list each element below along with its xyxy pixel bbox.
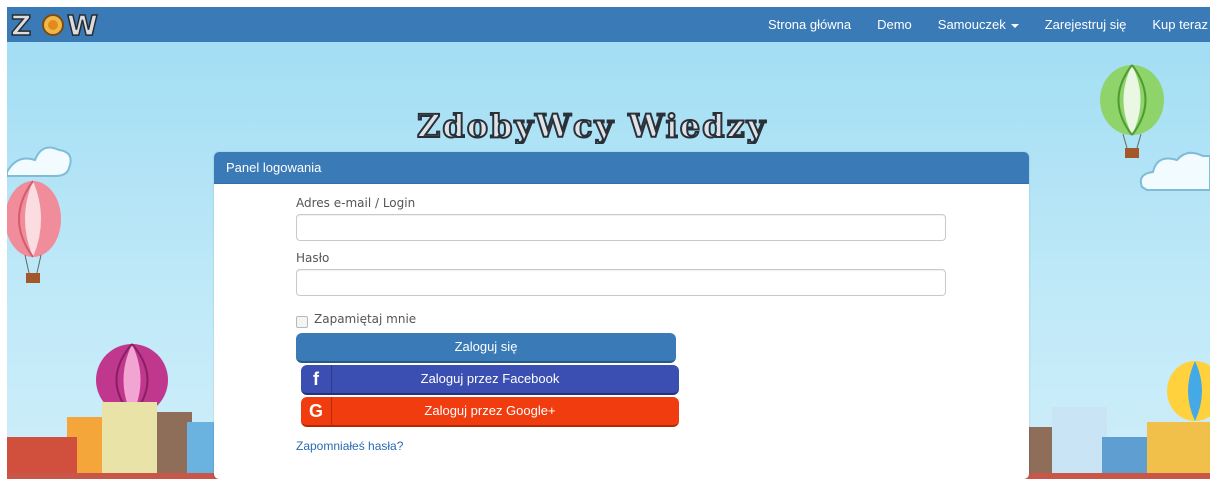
nav-demo-link[interactable]: Demo (877, 17, 912, 32)
facebook-login-label: Zaloguj przez Facebook (420, 371, 560, 386)
svg-text:Z: Z (11, 9, 32, 40)
facebook-icon: f (301, 365, 332, 393)
nav-home-link[interactable]: Strona główna (768, 17, 851, 32)
cloud-icon (7, 146, 72, 177)
login-panel: Panel logowania Adres e-mail / Login Has… (214, 152, 1029, 479)
login-button[interactable]: Zaloguj się (296, 333, 676, 363)
forgot-password-link[interactable]: Zapomniałeś hasła? (296, 439, 403, 453)
facebook-login-button[interactable]: f Zaloguj przez Facebook (301, 365, 679, 395)
email-field[interactable] (296, 214, 946, 241)
logo-text: ZdobyWcy Wiedzy (417, 107, 767, 144)
balloon-icon (7, 180, 61, 283)
brand-logo[interactable]: Z W (9, 9, 109, 40)
balloon-icon (1100, 64, 1164, 158)
remember-label[interactable]: Zapamiętaj mnie (314, 312, 416, 326)
google-login-button[interactable]: G Zaloguj przez Google+ (301, 397, 679, 427)
nav-tutorial-label: Samouczek (937, 17, 1006, 32)
zdobywcy-wiedzy-logo: ZdobyWcy Wiedzy (417, 106, 767, 144)
svg-text:W: W (67, 9, 98, 40)
google-login-label: Zaloguj przez Google+ (424, 403, 556, 418)
password-field[interactable] (296, 269, 946, 296)
page-background: Z W Strona główna Demo Samouczek Zarejes… (7, 7, 1210, 479)
google-icon: G (301, 397, 332, 425)
nav-tutorial-dropdown[interactable]: Samouczek (938, 17, 1019, 32)
email-label: Adres e-mail / Login (296, 196, 416, 210)
nav-links: Strona główna Demo Samouczek Zarejestruj… (768, 7, 1210, 42)
nav-buy-link[interactable]: Kup teraz (1152, 17, 1208, 32)
nav-register-link[interactable]: Zarejestruj się (1045, 17, 1127, 32)
caret-down-icon (1010, 23, 1019, 28)
password-label: Hasło (296, 251, 330, 265)
panel-heading: Panel logowania (214, 152, 1029, 184)
remember-checkbox[interactable] (296, 316, 308, 328)
top-navbar: Z W Strona główna Demo Samouczek Zarejes… (7, 7, 1210, 42)
